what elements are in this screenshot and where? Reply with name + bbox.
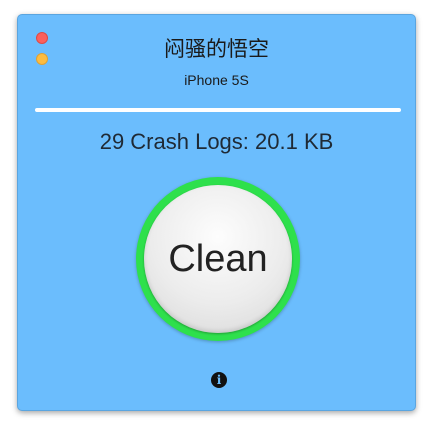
info-icon[interactable]: i xyxy=(211,372,227,388)
divider xyxy=(35,108,401,112)
clean-button[interactable]: Clean xyxy=(144,185,292,333)
device-model-subtitle: iPhone 5S xyxy=(184,72,249,88)
device-name-title: 闷骚的悟空 xyxy=(164,37,269,61)
app-window: 闷骚的悟空 iPhone 5S 29 Crash Logs: 20.1 KB C… xyxy=(17,14,416,411)
clean-button-ring: Clean xyxy=(136,177,300,341)
crash-log-summary: 29 Crash Logs: 20.1 KB xyxy=(99,129,334,154)
